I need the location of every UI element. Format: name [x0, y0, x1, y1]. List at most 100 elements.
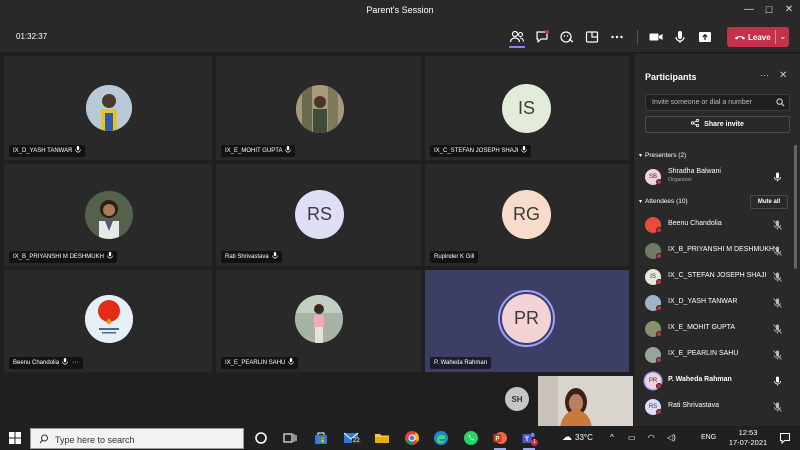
attendees-header-label: Attendees (10) — [645, 198, 688, 205]
participant-row[interactable]: IS IX_C_STEFAN JOSEPH SHAJI — [645, 267, 795, 287]
participant-name: IX_C_STEFAN JOSEPH SHAJI — [434, 148, 519, 154]
taskbar-clock[interactable]: 12:53 17-07-2021 — [725, 428, 771, 448]
whatsapp-icon[interactable] — [463, 430, 479, 446]
tile-more-options-icon[interactable]: ··· — [72, 357, 79, 369]
share-link-icon — [691, 119, 700, 127]
language-indicator[interactable]: ENG — [701, 434, 716, 441]
mic-muted-icon[interactable] — [773, 220, 782, 230]
video-tile-yash-tanwar[interactable]: IX_D_YASH TANWAR — [4, 56, 212, 160]
mute-all-button[interactable]: Mute all — [750, 195, 788, 209]
people-icon — [509, 30, 525, 43]
mail-app-button[interactable]: 22 — [343, 430, 361, 446]
video-tile-rupinder-k-gill[interactable]: RG Rupinder K Gill — [425, 164, 629, 266]
participant-nameplate: IX_E_MOHIT GUPTA — [221, 145, 296, 157]
participant-row[interactable]: IX_E_PEARLIN SAHU — [645, 345, 795, 365]
mic-muted-icon[interactable] — [773, 350, 782, 360]
participant-photo — [85, 295, 133, 343]
mic-muted-icon[interactable] — [773, 298, 782, 308]
mic-muted-icon[interactable] — [773, 402, 782, 412]
volume-icon[interactable]: ◁) — [667, 433, 676, 442]
presenters-header-label: Presenters (2) — [645, 152, 687, 159]
presenters-section-header[interactable]: ▾ Presenters (2) — [639, 152, 686, 159]
participant-row[interactable]: IX_B_PRIYANSHI M DESHMUKH — [645, 241, 795, 261]
breakout-rooms-icon — [585, 31, 599, 43]
microphone-button[interactable] — [672, 29, 688, 45]
microphone-icon — [675, 31, 685, 43]
edge-icon[interactable] — [433, 430, 449, 446]
participant-name: Beenu Chandolia — [13, 360, 60, 366]
participant-row[interactable]: PR P. Waheda Rahman — [645, 371, 795, 391]
wifi-icon[interactable]: ◠ — [648, 433, 655, 442]
chat-icon — [536, 30, 549, 43]
file-explorer-icon[interactable] — [374, 430, 390, 446]
mic-on-icon[interactable] — [773, 376, 782, 386]
mic-muted-icon — [62, 358, 68, 365]
invite-input[interactable]: Invite someone or dial a number — [645, 94, 790, 111]
minimize-button[interactable]: — — [740, 2, 758, 18]
presenter-avatar-bubble[interactable]: SH — [505, 387, 529, 411]
leave-options-chevron-icon[interactable]: ⌄ — [779, 31, 787, 42]
participants-panel: Participants ··· ✕ Invite someone or dia… — [633, 54, 800, 428]
participant-initials-avatar: RS — [295, 190, 344, 239]
powerpoint-icon[interactable]: P — [492, 430, 508, 446]
invite-placeholder: Invite someone or dial a number — [652, 99, 752, 106]
notification-center-icon[interactable] — [779, 432, 791, 444]
mic-muted-icon[interactable] — [773, 324, 782, 334]
panel-close-icon[interactable]: ✕ — [779, 70, 787, 81]
tray-expand-chevron-icon[interactable]: ^ — [610, 433, 614, 442]
window-title-bar: Parent's Session — ☐ ✕ — [0, 0, 800, 20]
video-tile-p-waheda-rahman[interactable]: PR P. Waheda Rahman — [425, 270, 629, 372]
participant-row[interactable]: SB Shradha Balwani Organizer — [645, 167, 795, 187]
close-window-button[interactable]: ✕ — [780, 2, 798, 18]
share-invite-button[interactable]: Share invite — [645, 116, 790, 133]
participant-row[interactable]: RS Rati Shrivastava — [645, 397, 795, 417]
video-tile-mohit-gupta[interactable]: IX_E_MOHIT GUPTA — [216, 56, 421, 160]
raise-hand-icon — [560, 31, 574, 43]
participant-row[interactable]: IX_E_MOHIT GUPTA — [645, 319, 795, 339]
video-tile-rati-shrivastava[interactable]: RS Rati Shrivastava — [216, 164, 421, 266]
participant-nameplate: Rati Shrivastava — [221, 251, 282, 263]
self-video-preview[interactable] — [538, 376, 633, 428]
presence-status-icon — [656, 357, 662, 363]
video-tile-pearlin-sahu[interactable]: IX_E_PEARLIN SAHU — [216, 270, 421, 372]
participant-nameplate: Beenu Chandolia ··· — [9, 357, 84, 369]
participant-row[interactable]: Beenu Chandolia — [645, 215, 795, 235]
attendees-section-header[interactable]: ▾ Attendees (10) — [639, 198, 688, 205]
share-screen-icon — [699, 32, 711, 42]
taskbar-search-box[interactable]: Type here to search — [30, 428, 244, 449]
participant-initials-avatar: IS — [502, 84, 551, 133]
reactions-button[interactable] — [559, 29, 575, 45]
teams-app-button[interactable]: T 1 — [521, 430, 538, 446]
participant-name: IX_E_MOHIT GUPTA — [225, 148, 283, 154]
participant-nameplate: IX_C_STEFAN JOSEPH SHAJI — [430, 145, 532, 157]
cortana-icon[interactable] — [253, 430, 269, 446]
participant-row[interactable]: IX_D_YASH TANWAR — [645, 293, 795, 313]
maximize-button[interactable]: ☐ — [760, 2, 778, 18]
weather-widget[interactable]: ☁ 33°C — [562, 432, 593, 443]
video-tile-beenu-chandolia[interactable]: Beenu Chandolia ··· — [4, 270, 212, 372]
network-icon[interactable]: ▭ — [628, 433, 636, 442]
share-content-button[interactable] — [697, 29, 713, 45]
rooms-button[interactable] — [584, 29, 600, 45]
leave-button[interactable]: Leave ⌄ — [727, 27, 789, 47]
participant-initials-avatar: RG — [502, 190, 551, 239]
video-tile-stefan-joseph-shaji[interactable]: IS IX_C_STEFAN JOSEPH SHAJI — [425, 56, 629, 160]
leave-divider — [775, 30, 776, 44]
participant-name: IX_D_YASH TANWAR — [13, 148, 73, 154]
mic-muted-icon[interactable] — [773, 272, 782, 282]
chrome-icon[interactable] — [404, 430, 420, 446]
panel-more-options-icon[interactable]: ··· — [760, 70, 769, 80]
camera-button[interactable] — [648, 29, 664, 45]
presence-status-icon — [656, 179, 662, 185]
participant-nameplate: IX_B_PRIYANSHI M DESHMUKH — [9, 251, 117, 263]
mic-muted-icon[interactable] — [773, 246, 782, 256]
microsoft-store-icon[interactable] — [313, 430, 329, 446]
panel-scrollbar[interactable] — [794, 145, 797, 269]
windows-start-icon[interactable] — [9, 432, 21, 444]
task-view-icon[interactable] — [282, 430, 298, 446]
more-actions-button[interactable] — [609, 29, 625, 45]
presence-status-icon — [656, 305, 662, 311]
video-tile-priyanshi-m-deshmukh[interactable]: IX_B_PRIYANSHI M DESHMUKH — [4, 164, 212, 266]
chat-button[interactable] — [534, 29, 550, 45]
participants-button[interactable] — [509, 29, 525, 48]
